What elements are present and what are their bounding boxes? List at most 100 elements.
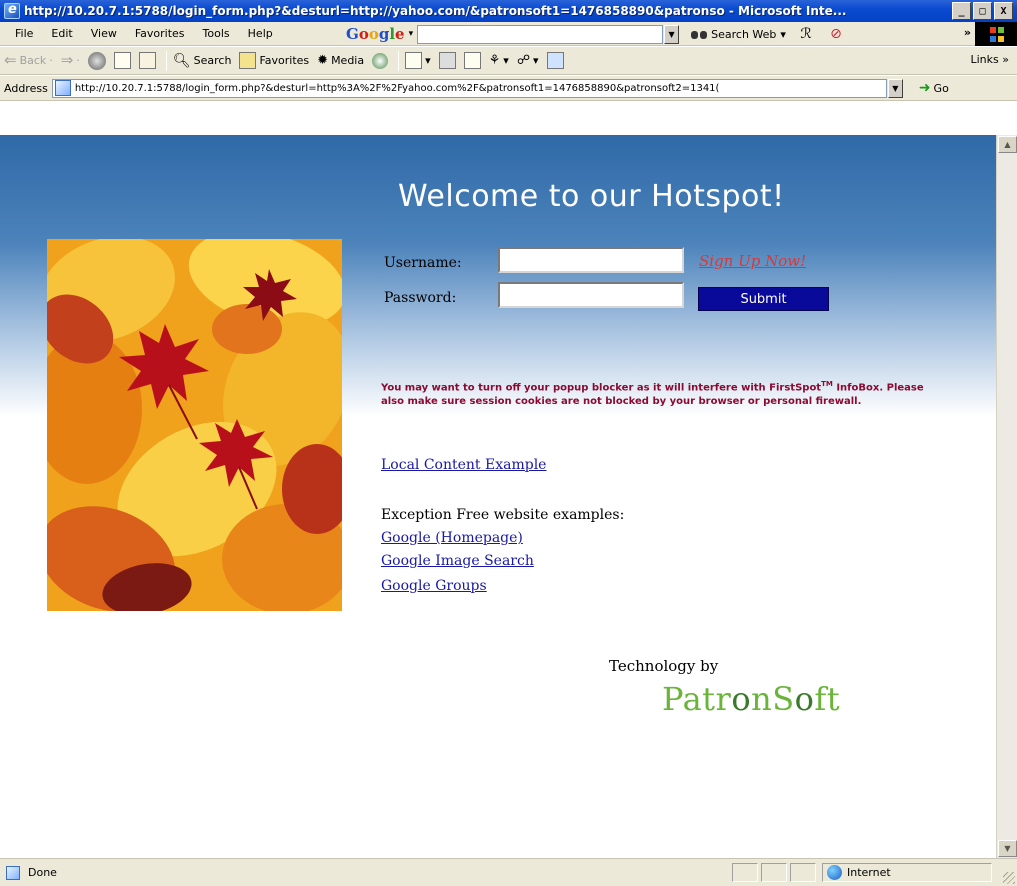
scroll-up-icon[interactable]: ▲ <box>998 136 1017 153</box>
google-image-search-link[interactable]: Google Image Search <box>381 553 534 569</box>
address-url: http://10.20.7.1:5788/login_form.php?&de… <box>74 82 720 94</box>
google-search-input[interactable] <box>417 24 664 44</box>
google-homepage-link[interactable]: Google (Homepage) <box>381 530 523 546</box>
status-done: Done <box>0 865 57 880</box>
resize-grip-icon[interactable] <box>1003 872 1015 884</box>
favorites-icon <box>239 52 257 69</box>
google-logo[interactable]: Google <box>346 25 405 43</box>
menu-view[interactable]: View <box>82 27 126 40</box>
exception-heading: Exception Free website examples: <box>381 507 625 523</box>
address-label: Address <box>4 81 48 95</box>
discuss-icon: ⚘ <box>488 53 501 68</box>
username-input[interactable] <box>498 247 684 273</box>
menu-help[interactable]: Help <box>239 27 282 40</box>
security-zone: Internet <box>822 863 992 882</box>
google-groups-link[interactable]: Google Groups <box>381 578 487 594</box>
zone-label: Internet <box>847 866 891 879</box>
technology-by-label: Technology by <box>609 657 719 675</box>
google-menu-caret-icon[interactable]: ▾ <box>409 29 414 39</box>
patronsoft-logo[interactable]: PatronSoft <box>662 680 840 718</box>
status-text: Done <box>28 866 57 879</box>
status-bar: Done Internet <box>0 858 1017 886</box>
toolbar-separator <box>165 50 167 71</box>
minimize-button[interactable]: _ <box>952 2 971 20</box>
print-button[interactable] <box>438 52 456 69</box>
refresh-button[interactable] <box>113 52 131 69</box>
close-button[interactable]: X <box>994 2 1013 20</box>
stop-button[interactable] <box>87 51 106 70</box>
pagerank-icon[interactable]: ℛ <box>796 25 816 43</box>
history-button[interactable] <box>372 52 389 69</box>
password-input[interactable] <box>498 282 684 308</box>
forward-arrow-icon: ⇒ <box>60 51 74 69</box>
chevron-down-icon: · <box>76 54 80 67</box>
chevron-down-icon: ▾ <box>425 54 431 67</box>
local-content-link[interactable]: Local Content Example <box>381 457 546 473</box>
home-button[interactable] <box>138 52 156 69</box>
search-icon: 🔍︎ <box>172 52 191 69</box>
edit-icon <box>463 52 481 69</box>
address-input[interactable]: http://10.20.7.1:5788/login_form.php?&de… <box>51 78 887 98</box>
mail-icon <box>405 52 423 69</box>
submit-button[interactable]: Submit <box>698 287 829 311</box>
favorites-button[interactable]: Favorites <box>239 52 309 69</box>
password-label: Password: <box>384 290 457 306</box>
window-title: http://10.20.7.1:5788/login_form.php?&de… <box>24 4 847 18</box>
chevron-down-icon: · <box>49 54 53 67</box>
home-icon <box>138 52 156 69</box>
links-button[interactable]: Links » <box>971 53 1010 66</box>
menu-file[interactable]: File <box>6 27 42 40</box>
search-web-label: Search Web <box>711 27 777 41</box>
media-icon: ✹ <box>317 53 329 68</box>
ie-icon <box>4 2 20 19</box>
go-arrow-icon: ➜ <box>918 80 931 96</box>
page-icon <box>54 80 71 96</box>
media-button[interactable]: ✹ Media <box>317 53 364 68</box>
popup-blocker-icon[interactable]: ⊘ <box>826 25 846 43</box>
windows-logo-icon <box>975 22 1017 46</box>
edit-button[interactable] <box>463 52 481 69</box>
go-button[interactable]: ➜ Go <box>919 80 949 96</box>
menu-edit[interactable]: Edit <box>42 27 81 40</box>
forward-button[interactable]: ⇒ · <box>61 53 80 68</box>
page-done-icon <box>6 865 20 880</box>
status-panel <box>790 863 816 882</box>
stop-icon <box>87 51 106 70</box>
page-title: Welcome to our Hotspot! <box>398 179 785 214</box>
toolbar-overflow-icon[interactable]: » <box>964 26 971 39</box>
search-button[interactable]: 🔍︎ Search <box>173 53 232 69</box>
back-button[interactable]: ⇐ Back · <box>4 53 53 68</box>
research-button[interactable]: ☍ ▾ <box>517 53 539 68</box>
globe-icon <box>827 865 842 880</box>
search-web-button[interactable]: Search Web ▾ <box>691 28 786 41</box>
discuss-button[interactable]: ⚘ ▾ <box>489 53 509 68</box>
vertical-scrollbar[interactable]: ▲ ▼ <box>996 135 1017 858</box>
status-panels <box>732 863 816 882</box>
username-label: Username: <box>384 255 462 271</box>
title-bar: http://10.20.7.1:5788/login_form.php?&de… <box>0 0 1017 22</box>
chevron-down-icon: ▾ <box>533 54 539 67</box>
print-icon <box>438 52 456 69</box>
refresh-icon <box>113 52 131 69</box>
status-panel <box>761 863 787 882</box>
messenger-button[interactable] <box>546 52 564 69</box>
chevron-down-icon: ▾ <box>503 54 509 67</box>
menu-favorites[interactable]: Favorites <box>126 27 194 40</box>
research-icon: ☍ <box>516 53 530 68</box>
google-dropdown-icon[interactable]: ▼ <box>664 24 680 44</box>
maximize-button[interactable]: □ <box>973 2 992 20</box>
address-dropdown-icon[interactable]: ▼ <box>887 78 903 98</box>
scroll-down-icon[interactable]: ▼ <box>998 840 1017 857</box>
standard-toolbar: ⇐ Back · ⇒ · 🔍︎ Search Favorites ✹ Media… <box>0 47 1017 75</box>
toolbar-separator <box>398 50 400 71</box>
binoculars-icon <box>691 28 708 40</box>
menu-tools[interactable]: Tools <box>194 27 239 40</box>
google-toolbar: Google ▾ ▼ Search Web ▾ ℛ ⊘ <box>346 22 846 46</box>
mail-button[interactable]: ▾ <box>405 52 431 69</box>
status-panel <box>732 863 758 882</box>
signup-link[interactable]: Sign Up Now! <box>699 252 806 270</box>
messenger-icon <box>546 52 564 69</box>
window-controls: _ □ X <box>952 2 1013 20</box>
chevron-down-icon: ▾ <box>780 27 786 41</box>
popup-blocker-notice: You may want to turn off your popup bloc… <box>381 380 924 408</box>
